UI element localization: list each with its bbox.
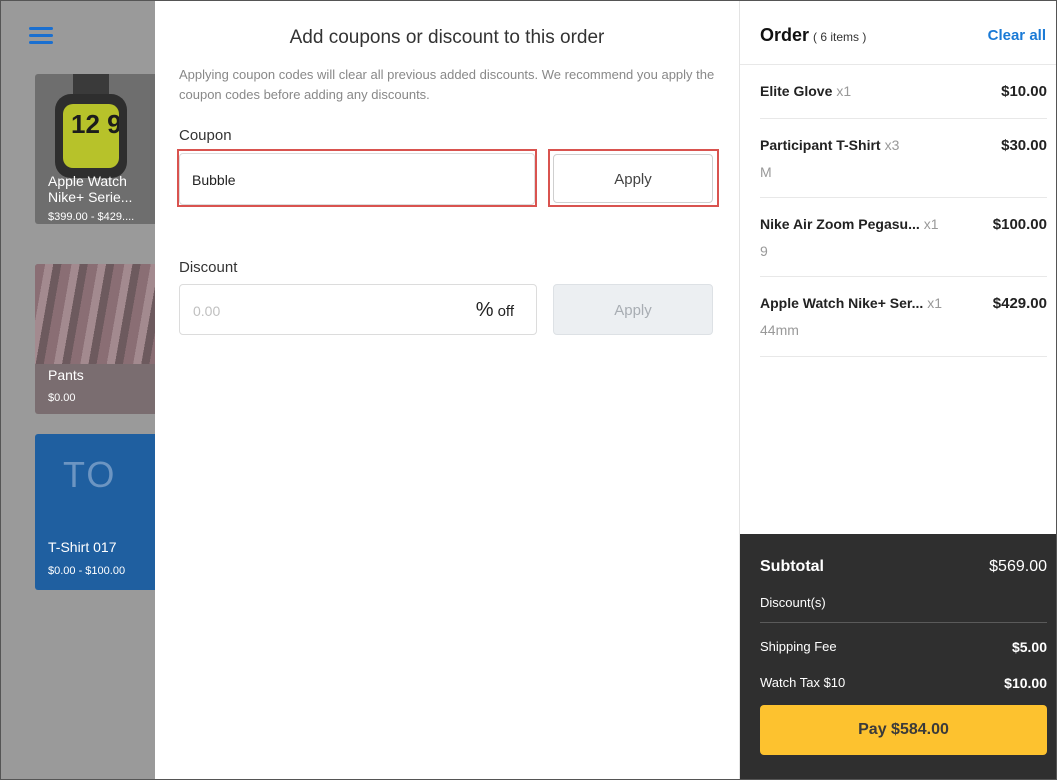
- percent-off-suffix: % off: [476, 299, 514, 322]
- order-title: Order: [760, 25, 810, 45]
- discounts-label: Discount(s): [760, 595, 826, 610]
- shipping-label: Shipping Fee: [760, 639, 837, 654]
- coupon-label: Coupon: [179, 127, 232, 144]
- item-name-group: Apple Watch Nike+ Ser... x1: [760, 295, 942, 311]
- product-name-line2: Nike+ Serie...: [48, 189, 133, 205]
- product-name: Pants: [48, 367, 84, 383]
- order-summary: Subtotal $569.00 Discount(s) Shipping Fe…: [740, 534, 1056, 779]
- item-price: $100.00: [992, 216, 1047, 233]
- subtotal-value: $569.00: [989, 558, 1047, 575]
- item-quantity: x1: [836, 83, 852, 99]
- watch-band-image: [73, 74, 109, 96]
- shipping-value: $5.00: [1011, 639, 1047, 655]
- order-line-item[interactable]: Nike Air Zoom Pegasu... x1 $100.00 9: [760, 198, 1047, 277]
- order-panel: Order( 6 items ) Clear all Elite Glove x1…: [739, 1, 1056, 779]
- item-name: Nike Air Zoom Pegasu...: [760, 216, 920, 232]
- item-name-group: Elite Glove x1: [760, 83, 851, 99]
- product-price: $399.00 - $429....: [48, 211, 135, 223]
- watch-face-text: 12 9 3: [71, 110, 119, 138]
- product-card-apple-watch[interactable]: 12 9 3 Apple Watch Nike+ Serie... $399.0…: [35, 74, 165, 224]
- product-name: T-Shirt 017: [48, 539, 117, 555]
- order-line-item[interactable]: Participant T-Shirt x3 $30.00 M: [760, 119, 1047, 198]
- item-name-group: Nike Air Zoom Pegasu... x1: [760, 216, 939, 232]
- item-variant: 9: [760, 243, 768, 259]
- pay-button[interactable]: Pay $584.00: [760, 705, 1047, 755]
- item-price: $30.00: [1001, 137, 1047, 154]
- product-initials: TO: [63, 454, 117, 495]
- page-title: Add coupons or discount to this order: [289, 27, 605, 48]
- order-item-count: ( 6 items ): [813, 30, 867, 44]
- discount-apply-button[interactable]: Apply: [553, 284, 713, 335]
- product-card-tshirt-017[interactable]: TO T-Shirt 017 $0.00 - $100.00: [35, 434, 165, 590]
- order-line-item[interactable]: Apple Watch Nike+ Ser... x1 $429.00 44mm: [760, 277, 1047, 357]
- item-name: Apple Watch Nike+ Ser...: [760, 295, 924, 311]
- product-card-pants[interactable]: Pants $0.00: [35, 264, 165, 414]
- off-label: off: [497, 303, 514, 320]
- item-quantity: x1: [923, 216, 939, 232]
- item-name: Elite Glove: [760, 83, 833, 99]
- item-name-group: Participant T-Shirt x3: [760, 137, 899, 153]
- order-header: Order( 6 items ): [760, 25, 866, 46]
- product-price: $0.00 - $100.00: [48, 565, 126, 577]
- order-line-item[interactable]: Elite Glove x1 $10.00: [760, 65, 1047, 119]
- tax-value: $10.00: [1004, 675, 1047, 691]
- item-quantity: x1: [927, 295, 943, 311]
- pants-image: [35, 264, 165, 364]
- coupon-discount-panel: Add coupons or discount to this order Ap…: [155, 1, 739, 779]
- coupon-apply-highlight: [548, 149, 719, 207]
- coupon-input-highlight: [177, 149, 537, 207]
- item-price: $429.00: [992, 295, 1047, 312]
- product-grid-overlay: 12 9 3 Apple Watch Nike+ Serie... $399.0…: [1, 1, 165, 779]
- item-variant: M: [760, 164, 772, 180]
- item-price: $10.00: [1001, 83, 1047, 100]
- clear-all-button[interactable]: Clear all: [988, 27, 1046, 44]
- discount-input[interactable]: 0.00 % off: [179, 284, 537, 335]
- discount-input-placeholder: 0.00: [193, 303, 221, 319]
- summary-divider: [760, 622, 1047, 623]
- app-window: 12 9 3 Apple Watch Nike+ Serie... $399.0…: [0, 0, 1057, 780]
- tax-label: Watch Tax $10: [760, 675, 846, 690]
- coupon-notice: Applying coupon codes will clear all pre…: [179, 67, 715, 102]
- percent-symbol: %: [475, 299, 494, 321]
- product-price: $0.00: [48, 392, 76, 404]
- item-quantity: x3: [884, 137, 900, 153]
- subtotal-label: Subtotal: [760, 558, 824, 575]
- discount-label: Discount: [179, 259, 238, 276]
- item-variant: 44mm: [760, 322, 799, 338]
- item-name: Participant T-Shirt: [760, 137, 881, 153]
- hamburger-menu-icon[interactable]: [29, 27, 53, 45]
